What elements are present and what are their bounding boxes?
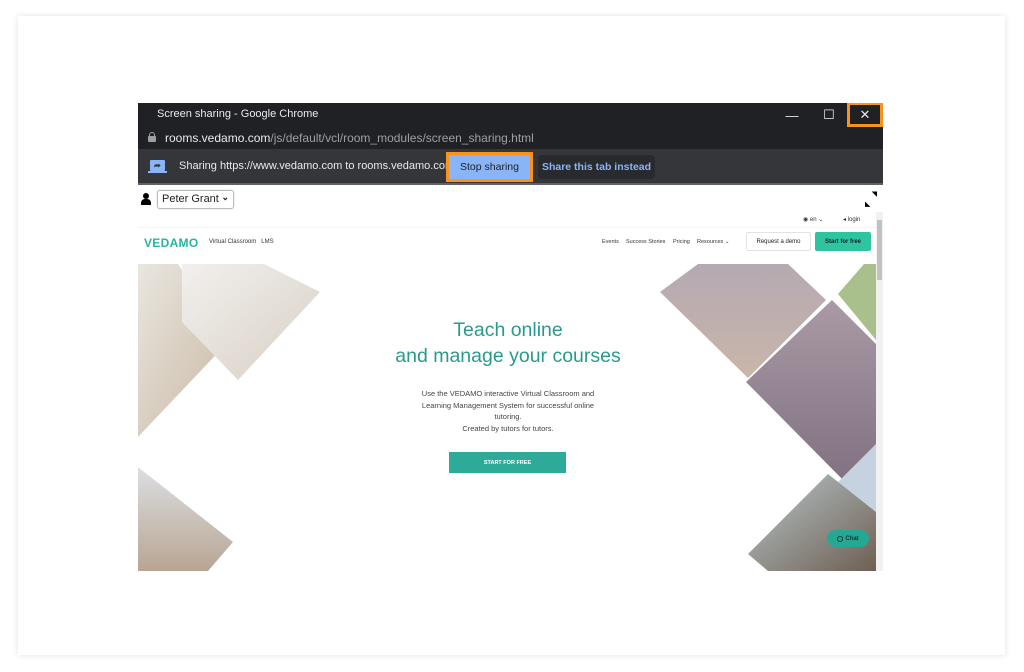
close-button[interactable]: ✕ bbox=[847, 103, 883, 127]
sharing-message: Sharing https://www.vedamo.com to rooms.… bbox=[179, 160, 455, 172]
user-icon bbox=[141, 193, 151, 205]
chat-label: Chat bbox=[845, 535, 859, 542]
hero-title: Teach online and manage your courses bbox=[338, 317, 678, 369]
screen-share-viewer: Peter Grant ⌄ ◥ ◣ ◉ en ⌄ ◂ login VEDAMO … bbox=[138, 187, 883, 571]
sharing-infobar: ➦ Sharing https://www.vedamo.com to room… bbox=[138, 149, 883, 185]
chevron-down-icon: ⌄ bbox=[221, 192, 229, 202]
logo-links: Virtual Classroom LMS bbox=[209, 239, 274, 245]
request-demo-button[interactable]: Request a demo bbox=[746, 232, 811, 251]
hero-text-line: Use the VEDAMO interactive Virtual Class… bbox=[421, 389, 595, 398]
image-university-building bbox=[138, 467, 233, 571]
hero-text-line: tutoring. bbox=[494, 412, 522, 421]
window-title: Screen sharing - Google Chrome bbox=[157, 108, 319, 120]
hero-description: Use the VEDAMO interactive Virtual Class… bbox=[393, 388, 623, 434]
user-select[interactable]: Peter Grant ⌄ bbox=[157, 190, 234, 209]
hero-text-line: Learning Management System for successfu… bbox=[421, 400, 595, 410]
stop-sharing-button[interactable]: Stop sharing bbox=[446, 152, 533, 182]
vedamo-logo[interactable]: VEDAMO bbox=[144, 236, 198, 250]
screen-share-icon: ➦ bbox=[148, 160, 167, 173]
hero-text-line: Created by tutors for tutors. bbox=[462, 423, 554, 433]
nav-virtual-classroom[interactable]: Virtual Classroom bbox=[209, 239, 256, 245]
nav-success-stories[interactable]: Success Stories bbox=[626, 239, 665, 245]
login-label: login bbox=[847, 217, 861, 223]
nav-pricing[interactable]: Pricing bbox=[673, 239, 690, 245]
nav-lms[interactable]: LMS bbox=[261, 239, 273, 245]
language-value: en bbox=[809, 217, 817, 223]
maximize-button[interactable]: ☐ bbox=[811, 103, 847, 127]
chat-bubble-icon bbox=[837, 535, 844, 542]
language-select[interactable]: ◉ en ⌄ bbox=[803, 216, 823, 223]
title-bar: Screen sharing - Google Chrome — ☐ ✕ bbox=[138, 103, 883, 127]
nav-resources-label: Resources bbox=[697, 239, 724, 245]
user-select-value: Peter Grant bbox=[162, 193, 219, 205]
url-host: rooms.vedamo.com bbox=[165, 131, 271, 145]
chat-button[interactable]: Chat bbox=[827, 530, 869, 547]
start-for-free-button[interactable]: Start for free bbox=[815, 232, 871, 251]
hero-start-for-free-button[interactable]: START FOR FREE bbox=[449, 452, 566, 473]
scrollbar-thumb[interactable] bbox=[877, 220, 882, 280]
utility-bar: ◉ en ⌄ ◂ login bbox=[138, 212, 876, 228]
minimize-button[interactable]: — bbox=[774, 103, 810, 127]
hero-title-line2: and manage your courses bbox=[395, 345, 621, 367]
url-path: /js/default/vcl/room_modules/screen_shar… bbox=[270, 131, 534, 145]
shared-webpage: ◉ en ⌄ ◂ login VEDAMO Virtual Classroom … bbox=[138, 212, 876, 571]
nav-resources[interactable]: Resources ⌄ bbox=[697, 239, 729, 245]
minimize-icon: — bbox=[785, 107, 799, 123]
login-link[interactable]: ◂ login bbox=[843, 216, 860, 223]
url-text: rooms.vedamo.com/js/default/vcl/room_mod… bbox=[165, 131, 534, 145]
nav-events[interactable]: Events bbox=[602, 239, 619, 245]
lock-icon bbox=[148, 132, 156, 142]
address-bar[interactable]: rooms.vedamo.com/js/default/vcl/room_mod… bbox=[138, 127, 883, 149]
fullscreen-icon[interactable] bbox=[865, 190, 877, 208]
share-this-tab-button[interactable]: Share this tab instead bbox=[538, 155, 655, 179]
close-icon: ✕ bbox=[859, 106, 871, 122]
chrome-window: Screen sharing - Google Chrome — ☐ ✕ roo… bbox=[138, 103, 883, 571]
page-scrollbar[interactable] bbox=[876, 212, 883, 571]
maximize-icon: ☐ bbox=[823, 107, 835, 122]
hero-title-line1: Teach online bbox=[453, 319, 563, 341]
